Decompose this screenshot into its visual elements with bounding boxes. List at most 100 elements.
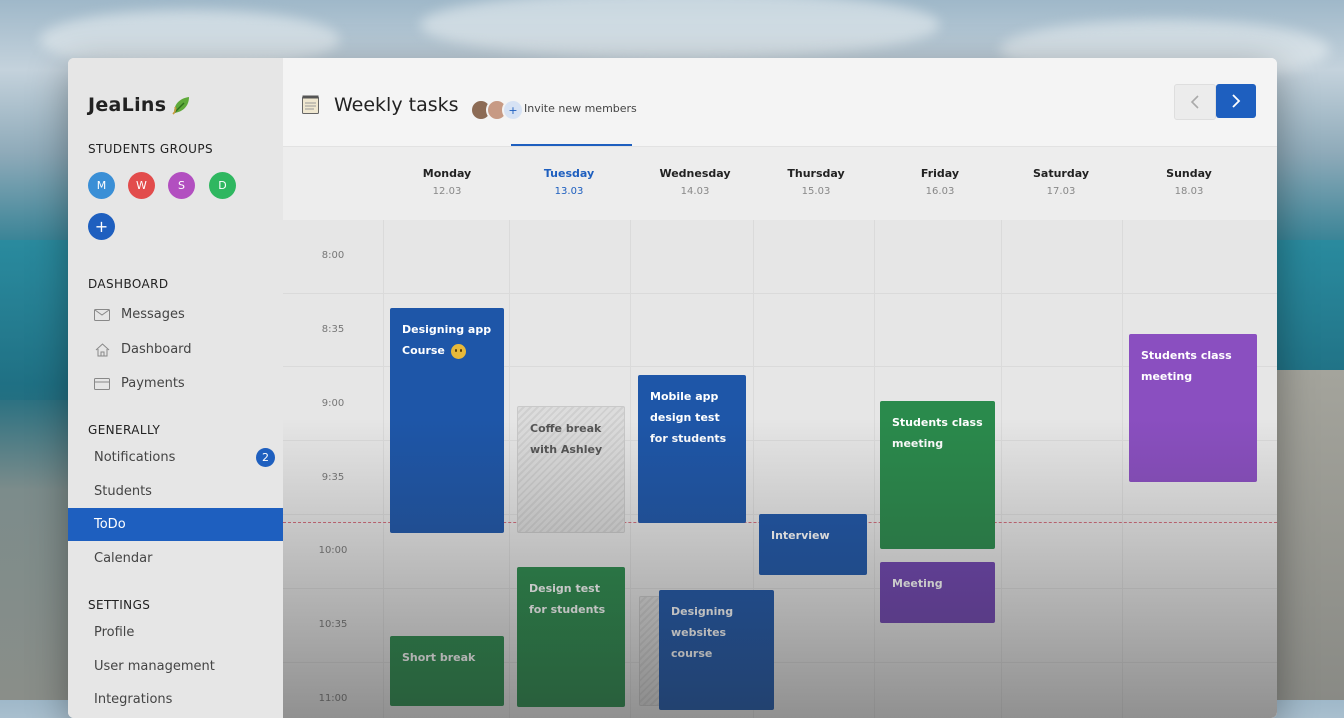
day-name: Wednesday bbox=[659, 167, 731, 180]
day-date: 14.03 bbox=[680, 186, 710, 197]
sidebar: JeaLins STUDENTS GROUPS M W S D + DASHBO… bbox=[68, 58, 289, 718]
leaf-icon bbox=[172, 97, 189, 115]
time-label: 10:35 bbox=[318, 619, 348, 630]
day-date: 13.03 bbox=[554, 186, 584, 197]
event-card[interactable]: Designing app Course bbox=[390, 308, 504, 533]
day-header-tuesday[interactable]: Tuesday 13.03 bbox=[509, 167, 629, 197]
day-name: Thursday bbox=[787, 167, 845, 180]
sidebar-item-label: Calendar bbox=[94, 551, 153, 566]
dashboard-section-title: DASHBOARD bbox=[88, 277, 169, 291]
time-label: 9:00 bbox=[321, 398, 345, 409]
next-week-button[interactable] bbox=[1216, 84, 1256, 118]
add-member-icon[interactable]: + bbox=[502, 99, 524, 121]
calendar-grid: 8:00 8:35 9:00 9:35 10:00 10:35 11:00 De… bbox=[283, 220, 1277, 718]
event-card[interactable]: Students class meeting bbox=[1129, 334, 1257, 482]
member-avatars[interactable]: + bbox=[470, 99, 524, 121]
grid-divider bbox=[383, 220, 384, 718]
event-card[interactable]: Meeting bbox=[880, 562, 995, 623]
main-panel: Weekly tasks + Invite new members Monday… bbox=[283, 58, 1277, 718]
day-header-monday[interactable]: Monday 12.03 bbox=[387, 167, 507, 197]
sidebar-item-payments[interactable]: Payments bbox=[68, 367, 263, 400]
event-card[interactable]: Mobile app design test for students bbox=[638, 375, 746, 523]
grid-divider bbox=[1122, 220, 1123, 718]
group-avatar-s[interactable]: S bbox=[168, 172, 195, 199]
sidebar-item-label: User management bbox=[94, 659, 215, 674]
day-name: Saturday bbox=[1033, 167, 1089, 180]
smiley-icon bbox=[450, 343, 466, 359]
mail-icon bbox=[94, 308, 110, 322]
day-date: 17.03 bbox=[1046, 186, 1076, 197]
day-date: 12.03 bbox=[432, 186, 462, 197]
home-icon bbox=[94, 342, 110, 357]
sidebar-item-dashboard[interactable]: Dashboard bbox=[68, 333, 263, 366]
sidebar-item-label: Dashboard bbox=[121, 342, 192, 357]
background-cloud bbox=[420, 0, 940, 60]
app-window: JeaLins STUDENTS GROUPS M W S D + DASHBO… bbox=[68, 58, 1277, 718]
day-date: 16.03 bbox=[925, 186, 955, 197]
invite-members-link[interactable]: Invite new members bbox=[524, 102, 637, 115]
event-title: Designing app Course bbox=[402, 323, 492, 357]
sidebar-item-label: Students bbox=[94, 484, 152, 499]
day-header-thursday[interactable]: Thursday 15.03 bbox=[756, 167, 876, 197]
event-title: Students class meeting bbox=[892, 416, 983, 450]
chevron-left-icon bbox=[1190, 95, 1199, 109]
groups-section-title: STUDENTS GROUPS bbox=[88, 142, 214, 156]
event-title: Mobile app design test for students bbox=[650, 390, 727, 445]
group-avatar-w[interactable]: W bbox=[128, 172, 155, 199]
notepad-icon bbox=[302, 95, 319, 114]
event-card[interactable]: Interview bbox=[759, 514, 867, 575]
event-title: Short break bbox=[402, 651, 476, 664]
grid-divider bbox=[509, 220, 510, 718]
time-label: 11:00 bbox=[318, 693, 348, 704]
event-card[interactable]: Design test for students bbox=[517, 567, 625, 707]
time-label: 9:35 bbox=[321, 472, 345, 483]
day-date: 18.03 bbox=[1174, 186, 1204, 197]
sidebar-item-calendar[interactable]: Calendar bbox=[68, 542, 289, 575]
grid-divider bbox=[283, 588, 1277, 589]
brand-logo: JeaLins bbox=[88, 94, 167, 116]
event-title: Students class meeting bbox=[1141, 349, 1232, 383]
notification-count-badge: 2 bbox=[256, 448, 275, 467]
group-avatar-d[interactable]: D bbox=[209, 172, 236, 199]
sidebar-item-user-management[interactable]: User management bbox=[68, 650, 289, 683]
event-title: Coffe break with Ashley bbox=[530, 422, 603, 456]
event-title: Meeting bbox=[892, 577, 943, 590]
sidebar-item-label: Profile bbox=[94, 625, 135, 640]
event-title: Designing websites course bbox=[671, 605, 734, 660]
day-header-sunday[interactable]: Sunday 18.03 bbox=[1129, 167, 1249, 197]
day-date: 15.03 bbox=[801, 186, 831, 197]
time-label: 8:35 bbox=[321, 324, 345, 335]
prev-week-button[interactable] bbox=[1174, 84, 1216, 120]
settings-section-title: SETTINGS bbox=[88, 598, 151, 612]
sidebar-item-label: ToDo bbox=[94, 517, 126, 532]
day-name: Monday bbox=[422, 167, 472, 180]
day-header-saturday[interactable]: Saturday 17.03 bbox=[1001, 167, 1121, 197]
event-card[interactable]: Students class meeting bbox=[880, 401, 995, 549]
day-name: Sunday bbox=[1166, 167, 1212, 180]
sidebar-item-students[interactable]: Students bbox=[68, 475, 289, 508]
sidebar-item-label: Notifications bbox=[94, 450, 176, 465]
grid-divider bbox=[1001, 220, 1002, 718]
day-header-wednesday[interactable]: Wednesday 14.03 bbox=[635, 167, 755, 197]
event-card[interactable]: Designing websites course bbox=[659, 590, 774, 710]
week-day-header: Monday 12.03 Tuesday 13.03 Wednesday 14.03 … bbox=[283, 146, 1277, 222]
event-title: Interview bbox=[771, 529, 830, 542]
group-avatar-m[interactable]: M bbox=[88, 172, 115, 199]
grid-divider bbox=[630, 220, 631, 718]
generally-section-title: GENERALLY bbox=[88, 423, 161, 437]
day-header-friday[interactable]: Friday 16.03 bbox=[880, 167, 1000, 197]
header-bar: Weekly tasks + Invite new members bbox=[283, 58, 1277, 146]
event-card[interactable]: Short break bbox=[390, 636, 504, 706]
event-title: Design test for students bbox=[529, 582, 606, 616]
grid-divider bbox=[283, 293, 1277, 294]
sidebar-item-todo[interactable]: ToDo bbox=[68, 508, 289, 541]
add-group-button[interactable]: + bbox=[88, 213, 115, 240]
time-label: 10:00 bbox=[318, 545, 348, 556]
sidebar-item-profile[interactable]: Profile bbox=[68, 616, 289, 649]
sidebar-item-messages[interactable]: Messages bbox=[68, 298, 263, 331]
grid-divider bbox=[874, 220, 875, 718]
page-title: Weekly tasks bbox=[334, 94, 459, 116]
sidebar-item-notifications[interactable]: Notifications 2 bbox=[68, 441, 289, 474]
card-icon bbox=[94, 377, 110, 391]
event-card[interactable]: Coffe break with Ashley bbox=[517, 406, 625, 533]
